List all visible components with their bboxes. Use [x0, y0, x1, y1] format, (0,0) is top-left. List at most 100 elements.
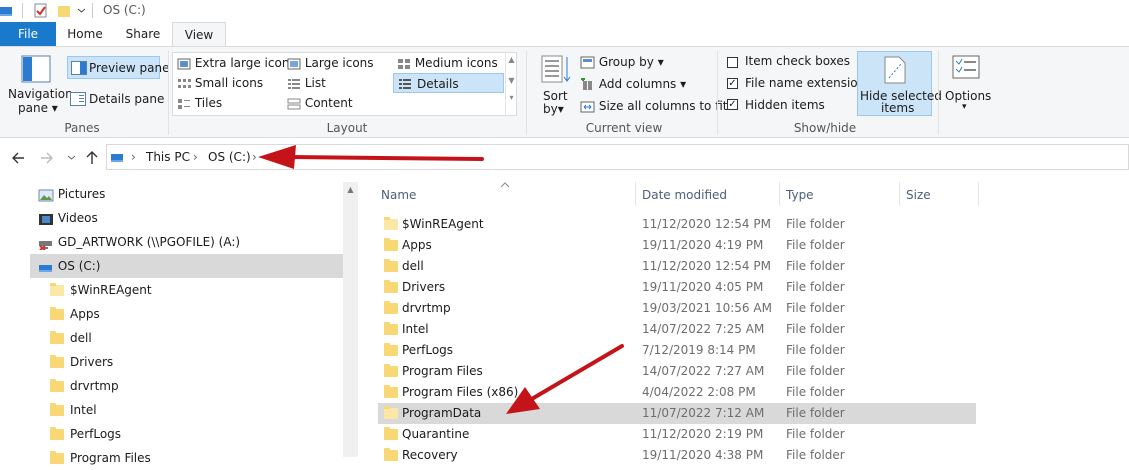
- folder-icon: [384, 322, 398, 335]
- layout-tiles[interactable]: Tiles: [177, 96, 222, 110]
- breadcrumb-os-c[interactable]: OS (C:): [208, 150, 251, 164]
- layout-extra-large-icons[interactable]: Extra large icons: [177, 56, 296, 70]
- properties-icon[interactable]: [34, 3, 48, 18]
- nav-item-folder[interactable]: drvrtmp: [50, 374, 119, 398]
- folder-icon: [50, 331, 64, 344]
- drive-icon: [0, 7, 12, 16]
- file-row[interactable]: Drivers 19/11/2020 4:05 PM File folder: [378, 277, 976, 298]
- back-arrow-icon[interactable]: [11, 151, 25, 165]
- file-row[interactable]: dell 11/12/2020 12:54 PM File folder: [378, 256, 976, 277]
- new-folder-icon[interactable]: [57, 3, 71, 18]
- navigation-pane-button[interactable]: Navigation pane ▾: [8, 53, 73, 117]
- tab-file[interactable]: File: [0, 22, 56, 46]
- hidden-items-label: Hidden items: [745, 98, 825, 112]
- folder-icon: [50, 355, 64, 368]
- column-divider[interactable]: [899, 182, 900, 206]
- chevron-down-icon: ▾: [962, 102, 967, 112]
- nav-item-folder[interactable]: PerfLogs: [50, 422, 121, 446]
- layout-content[interactable]: Content: [287, 96, 353, 110]
- tab-home[interactable]: Home: [60, 22, 110, 46]
- large-icons-icon: [287, 58, 301, 69]
- file-row[interactable]: Apps 19/11/2020 4:19 PM File folder: [378, 235, 976, 256]
- layout-gallery-scrollbar[interactable]: ▲ ▼ ▾: [505, 53, 517, 115]
- file-row[interactable]: $WinREAgent 11/12/2020 12:54 PM File folde…: [378, 214, 976, 235]
- file-row-programdata[interactable]: ProgramData 11/07/2022 7:12 AM File folder: [378, 403, 976, 424]
- hide-selected-items-button[interactable]: Hide selected items: [857, 51, 942, 116]
- navigation-pane-icon: [21, 55, 51, 83]
- navigation-pane: Pictures Videos GD_ARTWORK (\\PGOFILE) (…: [0, 182, 358, 465]
- add-columns-icon: [581, 78, 592, 90]
- content-icon: [287, 98, 301, 109]
- navigation-bar: › This PC › OS (C:) ›: [0, 138, 1129, 180]
- size-columns-icon: [580, 101, 595, 113]
- hide-selected-icon: [884, 56, 906, 84]
- ribbon-tabs: File Home Share View: [0, 22, 1129, 47]
- column-header-date-modified[interactable]: Date modified: [642, 188, 727, 202]
- sort-by-button[interactable]: Sort by▾: [538, 53, 572, 117]
- ribbon: Navigation pane ▾ Preview pane Details p…: [0, 46, 1129, 138]
- file-row[interactable]: Recovery 19/11/2020 4:38 PM File folder: [378, 445, 976, 466]
- size-all-columns-button[interactable]: Size all columns to fit: [580, 99, 727, 113]
- file-row[interactable]: Quarantine 11/12/2020 2:19 PM File folder: [378, 424, 976, 445]
- file-name-extensions-label: File name extensions: [745, 76, 872, 90]
- videos-icon: [39, 213, 53, 225]
- file-name-extensions-checkbox[interactable]: ✓: [727, 78, 738, 89]
- layout-large-icons[interactable]: Large icons: [287, 56, 374, 70]
- hidden-items-checkbox[interactable]: ✓: [727, 99, 738, 110]
- nav-item-os-c[interactable]: OS (C:): [30, 254, 343, 278]
- nav-item-folder[interactable]: Intel: [50, 398, 97, 422]
- column-header-type[interactable]: Type: [786, 188, 814, 202]
- tab-share[interactable]: Share: [116, 22, 170, 46]
- file-row[interactable]: Program Files 14/07/2022 7:27 AM File fold…: [378, 361, 976, 382]
- hide-selected-label-2: items: [881, 101, 915, 115]
- breadcrumb-this-pc[interactable]: This PC: [146, 150, 190, 164]
- details-pane-button[interactable]: Details pane: [68, 90, 164, 110]
- tab-view[interactable]: View: [172, 22, 226, 47]
- scroll-up-icon[interactable]: ▲: [343, 185, 358, 194]
- file-row[interactable]: PerfLogs 7/12/2019 8:14 PM File folder: [378, 340, 976, 361]
- folder-icon: [384, 343, 398, 356]
- folder-icon: [384, 364, 398, 377]
- nav-item-folder[interactable]: Program Files: [50, 446, 151, 470]
- layout-small-icons[interactable]: Small icons: [177, 76, 263, 90]
- group-by-button[interactable]: Group by ▾: [580, 55, 664, 69]
- folder-icon: [384, 385, 398, 398]
- folder-icon: [384, 301, 398, 314]
- file-row[interactable]: Program Files (x86) 4/04/2022 2:08 PM File…: [378, 382, 976, 403]
- nav-item-pictures[interactable]: Pictures: [38, 182, 343, 206]
- column-divider[interactable]: [779, 182, 780, 206]
- folder-icon: [50, 403, 64, 416]
- layout-group-label: Layout: [326, 121, 368, 135]
- file-row[interactable]: drvrtmp 19/03/2021 10:56 AM File folder: [378, 298, 976, 319]
- nav-item-folder[interactable]: Drivers: [50, 350, 113, 374]
- up-arrow-icon[interactable]: [85, 150, 99, 165]
- folder-icon: [384, 427, 398, 440]
- nav-item-folder[interactable]: dell: [50, 326, 92, 350]
- details-pane-icon: [70, 92, 86, 106]
- address-bar[interactable]: › This PC › OS (C:) ›: [106, 144, 1129, 170]
- item-check-boxes-checkbox[interactable]: [727, 57, 738, 68]
- forward-arrow-icon[interactable]: [40, 151, 54, 165]
- layout-details[interactable]: Details: [393, 73, 504, 93]
- layout-medium-icons[interactable]: Medium icons: [397, 56, 498, 70]
- layout-list[interactable]: List: [287, 76, 326, 90]
- column-divider[interactable]: [635, 182, 636, 206]
- recent-locations-chevron-icon[interactable]: [67, 153, 76, 162]
- navigation-pane-scrollbar[interactable]: ▲: [343, 182, 358, 457]
- nav-item-videos[interactable]: Videos: [38, 206, 343, 230]
- folder-icon: [384, 448, 398, 461]
- column-header-name[interactable]: Name: [381, 188, 416, 202]
- column-divider[interactable]: [978, 182, 979, 206]
- chevron-down-icon[interactable]: [77, 3, 86, 18]
- add-columns-button[interactable]: Add columns ▾: [580, 77, 686, 91]
- column-header-size[interactable]: Size: [906, 188, 931, 202]
- breadcrumb-separator: ›: [131, 150, 136, 164]
- details-pane-label: Details pane: [89, 92, 165, 106]
- nav-item-folder[interactable]: Apps: [50, 302, 100, 326]
- options-button[interactable]: Options ▾: [944, 53, 991, 117]
- nav-item-gd-artwork[interactable]: GD_ARTWORK (\\PGOFILE) (A:): [38, 230, 343, 254]
- preview-pane-button[interactable]: Preview pane: [67, 56, 169, 79]
- nav-item-folder[interactable]: $WinREAgent: [50, 278, 152, 302]
- file-row[interactable]: Intel 14/07/2022 7:25 AM File folder: [378, 319, 976, 340]
- preview-pane-icon: [71, 61, 87, 75]
